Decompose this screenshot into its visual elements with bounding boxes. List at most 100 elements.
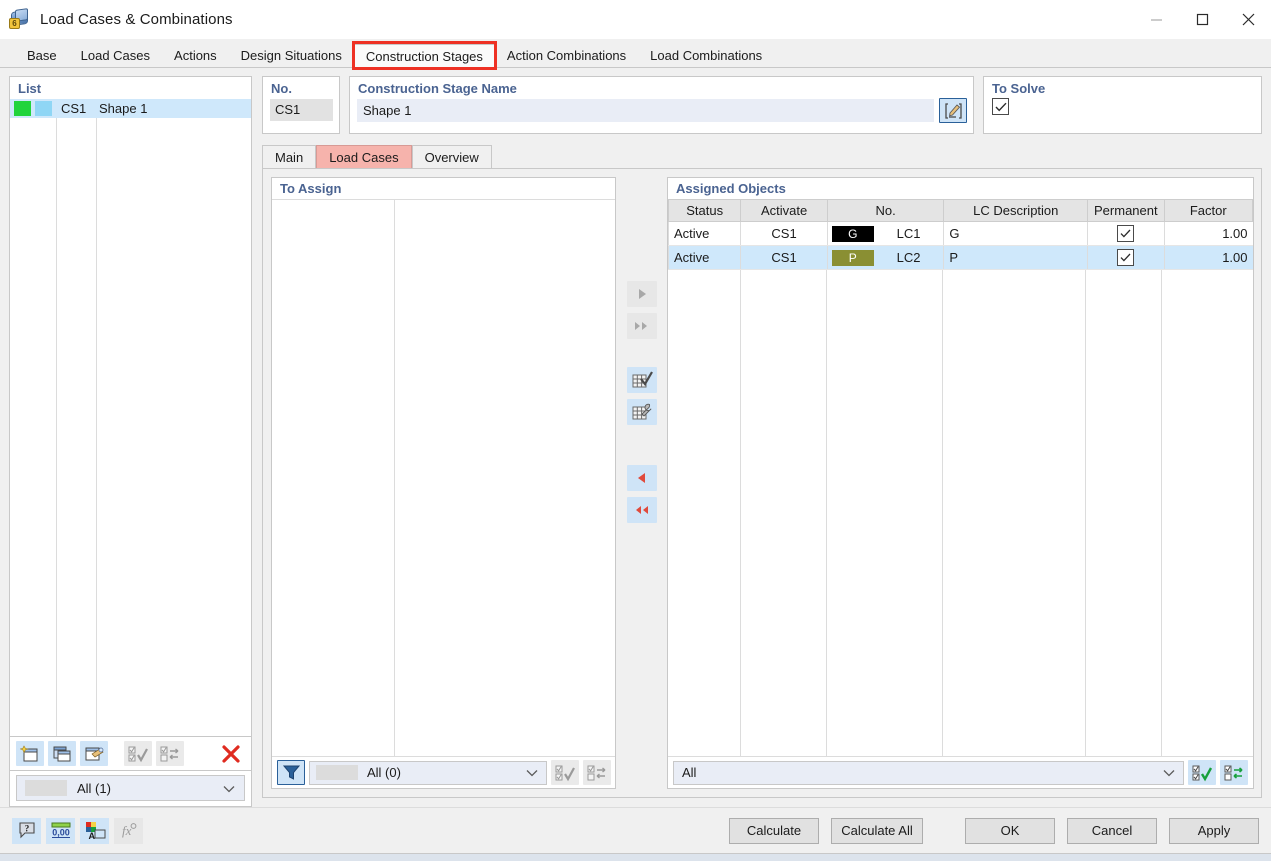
assigned-objects-toolbar: All — [668, 756, 1253, 788]
svg-text:0,00: 0,00 — [52, 828, 70, 838]
stage-no-box: No. CS1 — [262, 76, 340, 134]
inner-tab-strip: Main Load Cases Overview — [262, 143, 1262, 168]
column-header-activate[interactable]: Activate — [740, 199, 828, 222]
edit-name-button[interactable] — [939, 98, 967, 123]
color-swatch-blue — [35, 101, 52, 116]
load-cases-dialog: 6 Load Cases & Combinations Base Load Ca… — [0, 0, 1271, 861]
decimal-places-icon[interactable]: 0,00 — [46, 817, 75, 844]
edit-stage-button[interactable] — [80, 741, 108, 766]
table-row[interactable]: Active CS1 G LC1 G 1.00 — [667, 221, 1253, 246]
chevron-down-icon — [1163, 765, 1175, 780]
svg-text:fx: fx — [122, 823, 132, 838]
list-grid-lines — [10, 118, 251, 736]
tab-overview[interactable]: Overview — [411, 145, 492, 168]
stage-name-input[interactable]: Shape 1 — [357, 99, 934, 122]
tab-load-cases[interactable]: Load Cases — [68, 43, 163, 67]
maximize-button[interactable] — [1179, 0, 1225, 39]
cell-factor: 1.00 — [1163, 221, 1253, 246]
cell-lc-description: P — [943, 245, 1088, 270]
cell-activate: CS1 — [740, 245, 828, 270]
tab-action-combinations[interactable]: Action Combinations — [494, 43, 639, 67]
lc-color-badge: G — [831, 225, 874, 242]
objects-filter-combo[interactable]: All — [673, 760, 1184, 785]
tab-actions[interactable]: Actions — [162, 43, 229, 67]
chevron-down-icon — [223, 781, 235, 796]
table-row[interactable]: Active CS1 P LC2 P 1.00 — [667, 245, 1253, 270]
cell-no: G LC1 — [826, 221, 944, 246]
window-controls — [1133, 0, 1271, 39]
ok-button[interactable]: OK — [965, 817, 1055, 844]
to-assign-filter-value: All (0) — [367, 765, 401, 780]
calculate-all-button[interactable]: Calculate All — [831, 817, 923, 844]
tab-load-combinations[interactable]: Load Combinations — [638, 43, 775, 67]
display-properties-icon[interactable]: A — [80, 817, 109, 844]
table-header-row: Status Activate No. LC Description Perma… — [667, 199, 1254, 222]
assigned-objects-empty-area[interactable] — [668, 270, 1253, 756]
table-wrench-icon[interactable] — [626, 399, 657, 425]
funnel-icon[interactable] — [277, 760, 305, 785]
apply-button[interactable]: Apply — [1169, 817, 1259, 844]
dialog-footer: ? 0,00 A fx Calculate Calculate All OK C… — [0, 807, 1271, 853]
list-filter-combo[interactable]: All (1) — [16, 775, 245, 801]
cell-permanent[interactable] — [1087, 221, 1165, 246]
to-solve-checkbox[interactable] — [992, 98, 1009, 115]
column-header-permanent[interactable]: Permanent — [1087, 199, 1165, 222]
cancel-button[interactable]: Cancel — [1067, 817, 1157, 844]
to-assign-grid[interactable] — [272, 199, 615, 756]
objects-select-all-button[interactable] — [1188, 760, 1216, 785]
minimize-button[interactable] — [1133, 0, 1179, 39]
help-icon[interactable]: ? — [12, 817, 41, 844]
stage-list[interactable]: CS1 Shape 1 — [9, 99, 252, 737]
transfer-button-column — [616, 177, 667, 789]
title-bar: 6 Load Cases & Combinations — [0, 0, 1271, 39]
column-header-status[interactable]: Status — [667, 199, 742, 222]
cell-status: Active — [667, 245, 741, 270]
tab-main[interactable]: Main — [262, 145, 317, 168]
list-item-no: CS1 — [61, 101, 87, 116]
cell-activate: CS1 — [740, 221, 828, 246]
list-item[interactable]: CS1 Shape 1 — [10, 99, 251, 118]
lc-color-badge: P — [831, 249, 874, 266]
tab-construction-stages[interactable]: Construction Stages — [351, 41, 498, 70]
svg-text:?: ? — [24, 824, 29, 834]
invert-selection-button[interactable] — [156, 741, 184, 766]
tab-base[interactable]: Base — [15, 43, 69, 67]
column-header-no[interactable]: No. — [826, 199, 945, 222]
to-assign-toolbar: All (0) — [272, 756, 615, 788]
table-check-icon[interactable] — [626, 367, 657, 393]
column-header-lc-description[interactable]: LC Description — [943, 199, 1089, 222]
to-solve-box: To Solve — [983, 76, 1262, 134]
content-area: List CS1 Shape 1 All (1) No. CS1 Constru… — [0, 68, 1271, 807]
cell-permanent[interactable] — [1087, 245, 1165, 270]
footer-icon-group: ? 0,00 A fx — [12, 817, 143, 844]
tab-load-cases-inner[interactable]: Load Cases — [316, 145, 412, 168]
copy-stage-button[interactable] — [48, 741, 76, 766]
delete-stage-button[interactable] — [217, 741, 245, 766]
formula-icon[interactable]: fx — [114, 817, 143, 844]
tab-design-situations[interactable]: Design Situations — [228, 43, 354, 67]
list-toolbar — [9, 737, 252, 771]
unassign-all-left-button[interactable] — [626, 497, 657, 523]
stage-header-row: No. CS1 Construction Stage Name Shape 1 — [262, 76, 1262, 134]
new-stage-button[interactable] — [16, 741, 44, 766]
list-filter-value: All (1) — [77, 780, 111, 796]
window-title: Load Cases & Combinations — [40, 10, 233, 28]
main-tab-strip: Base Load Cases Actions Design Situation… — [0, 39, 1271, 70]
assign-select-all-button[interactable] — [551, 760, 579, 785]
objects-filter-value: All — [682, 765, 697, 780]
close-button[interactable] — [1225, 0, 1271, 39]
assigned-objects-table: Status Activate No. LC Description Perma… — [667, 199, 1254, 270]
stage-name-box: Construction Stage Name Shape 1 — [349, 76, 974, 134]
select-all-button[interactable] — [124, 741, 152, 766]
unassign-left-button[interactable] — [626, 465, 657, 491]
assign-all-right-button[interactable] — [626, 313, 657, 339]
assign-right-button[interactable] — [626, 281, 657, 307]
to-assign-filter-combo[interactable]: All (0) — [309, 760, 547, 785]
cell-lc-description: G — [943, 221, 1088, 246]
objects-invert-selection-button[interactable] — [1220, 760, 1248, 785]
to-assign-filter-swatch — [316, 765, 358, 780]
assign-invert-selection-button[interactable] — [583, 760, 611, 785]
stage-no-value: CS1 — [270, 99, 333, 121]
column-header-factor[interactable]: Factor — [1163, 199, 1254, 222]
calculate-button[interactable]: Calculate — [729, 817, 819, 844]
